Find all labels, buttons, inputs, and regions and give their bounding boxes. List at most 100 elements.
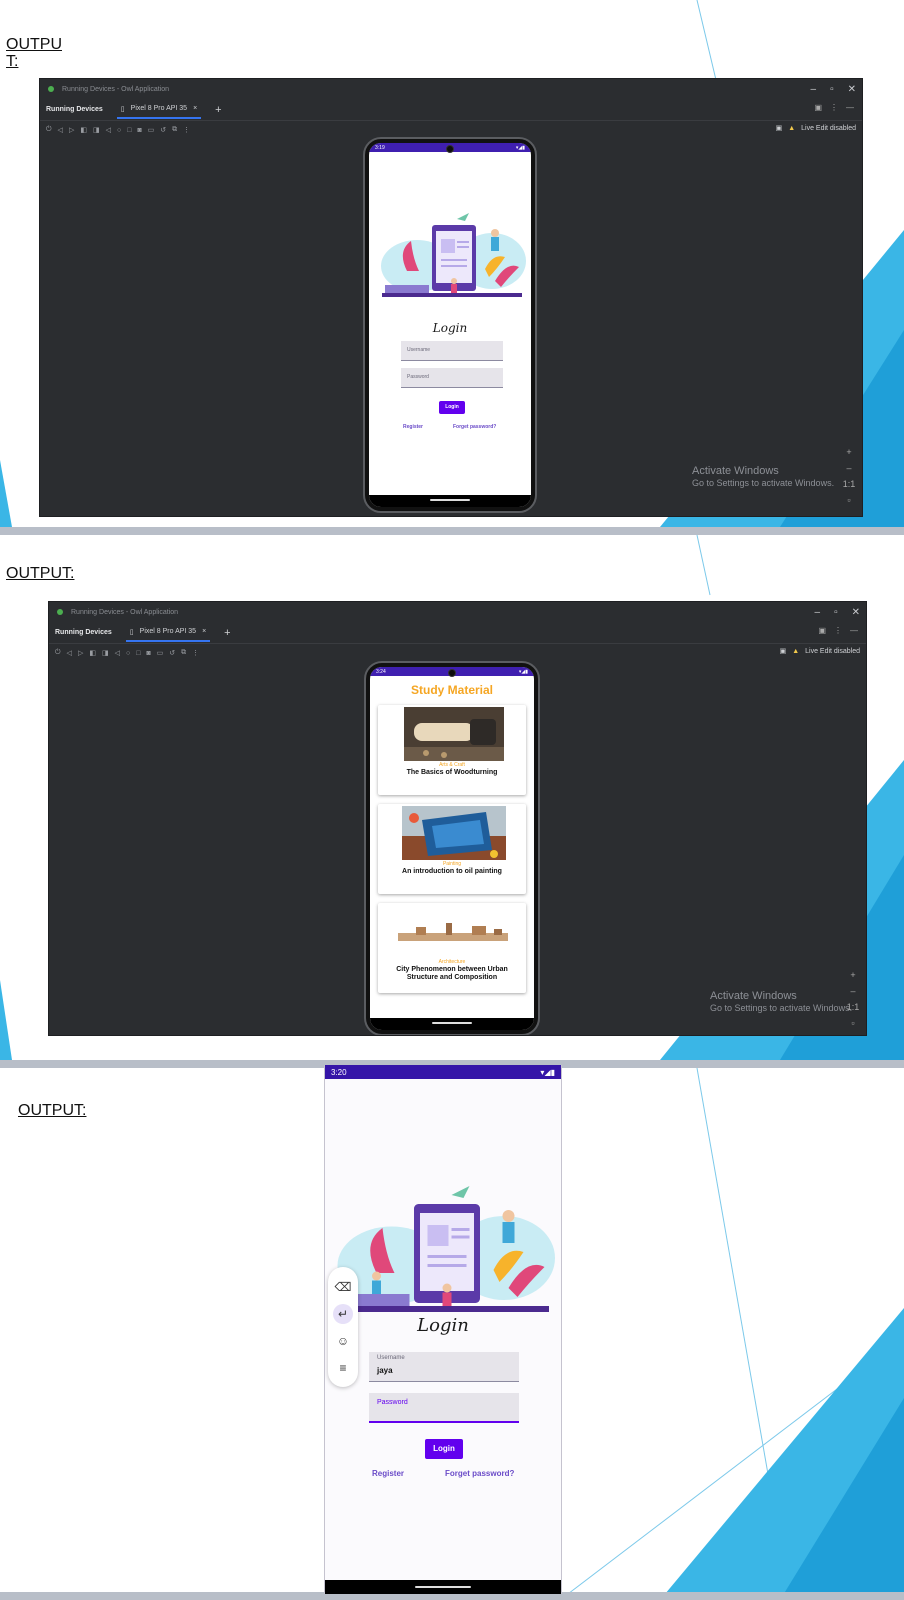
- slide-2: OUTPUT: Running Devices - Owl Applicatio…: [0, 535, 904, 1060]
- minimize-icon[interactable]: –: [811, 84, 817, 95]
- rotate-left-icon[interactable]: ◧: [80, 126, 87, 134]
- woodturning-image: [404, 707, 504, 761]
- rotate-left-icon[interactable]: ◧: [89, 649, 96, 657]
- hide-icon[interactable]: —: [846, 103, 854, 112]
- mirror-icon[interactable]: ⧉: [172, 126, 177, 134]
- menu-icon[interactable]: ≡: [333, 1358, 353, 1378]
- camera-cutout: [448, 669, 456, 677]
- volume-up-icon[interactable]: ▷: [78, 649, 83, 657]
- restore-icon[interactable]: ▫: [834, 607, 838, 618]
- home-indicator[interactable]: [415, 1586, 471, 1588]
- more-icon[interactable]: ⋮: [834, 626, 842, 635]
- tab-running-devices[interactable]: Running Devices: [55, 629, 112, 636]
- power-icon[interactable]: ⏻: [55, 649, 61, 657]
- layout-icon[interactable]: ▣: [814, 103, 822, 112]
- tab-device[interactable]: ▯ Pixel 8 Pro API 35 ×: [116, 101, 202, 119]
- toolbar-more-icon[interactable]: ⋮: [183, 126, 190, 134]
- password-placeholder: Password: [407, 374, 429, 380]
- course-card[interactable]: Painting An introduction to oil painting: [378, 804, 526, 894]
- device-icon: ▯: [129, 628, 134, 636]
- forget-password-link[interactable]: Forget password?: [453, 424, 496, 430]
- tab-device[interactable]: ▯ Pixel 8 Pro API 35 ×: [125, 624, 211, 642]
- rotate-right-icon[interactable]: ◨: [102, 649, 109, 657]
- toolbar-more-icon[interactable]: ⋮: [192, 649, 199, 657]
- zoom-controls: + – 1:1 ▫: [846, 970, 860, 1028]
- study-material-title: Study Material: [410, 683, 494, 697]
- home-icon[interactable]: ○: [126, 650, 130, 657]
- slide-separator: [0, 527, 904, 535]
- oil-painting-image: [402, 806, 506, 860]
- status-time: 3:20: [331, 1067, 347, 1077]
- close-icon[interactable]: ✕: [852, 607, 860, 618]
- add-tab-button[interactable]: +: [215, 104, 221, 116]
- zoom-in-icon[interactable]: +: [850, 970, 855, 980]
- minimize-icon[interactable]: –: [815, 607, 821, 618]
- home-indicator[interactable]: [432, 1022, 472, 1024]
- course-card[interactable]: Arts & Craft The Basics of Woodturning: [378, 705, 526, 795]
- ide-titlebar: Running Devices - Owl Application: [40, 79, 862, 99]
- record-icon[interactable]: ▭: [157, 649, 164, 657]
- tab-close-icon[interactable]: ×: [202, 628, 206, 635]
- record-icon[interactable]: ▭: [148, 126, 155, 134]
- nav-bar: [370, 1018, 534, 1030]
- card-category: Arts & Craft: [439, 762, 465, 768]
- zoom-fit-icon[interactable]: ▫: [847, 495, 850, 505]
- app-icon: [48, 86, 54, 92]
- layout-icon[interactable]: ▣: [818, 626, 826, 635]
- username-field[interactable]: Username: [401, 341, 503, 361]
- slide-heading: OUTPUT:: [6, 565, 75, 582]
- username-placeholder: Username: [407, 347, 431, 353]
- tab-bar: Running Devices ▯ Pixel 8 Pro API 35 × +: [49, 622, 866, 644]
- tab-close-icon[interactable]: ×: [193, 105, 197, 112]
- register-link[interactable]: Register: [372, 1469, 404, 1478]
- overview-icon[interactable]: □: [136, 650, 140, 657]
- card-title: City Phenomenon between Urban Structure …: [396, 966, 508, 981]
- back-icon[interactable]: ◁: [115, 649, 120, 657]
- overview-icon[interactable]: □: [127, 127, 131, 134]
- snapshot-icon[interactable]: ↺: [160, 126, 166, 134]
- zoom-in-icon[interactable]: +: [846, 447, 851, 457]
- zoom-ratio[interactable]: 1:1: [847, 1002, 860, 1012]
- status-icons: ▾◢▮: [515, 144, 525, 151]
- more-icon[interactable]: ⋮: [830, 103, 838, 112]
- home-indicator[interactable]: [430, 499, 470, 501]
- zoom-ratio[interactable]: 1:1: [843, 479, 856, 489]
- volume-up-icon[interactable]: ▷: [69, 126, 74, 134]
- tab-running-devices[interactable]: Running Devices: [46, 106, 103, 113]
- volume-down-icon[interactable]: ◁: [67, 649, 72, 657]
- login-button[interactable]: Login: [439, 401, 465, 414]
- username-field[interactable]: Username jaya: [369, 1352, 519, 1382]
- register-link[interactable]: Register: [403, 424, 423, 430]
- ide-window: Running Devices - Owl Application – ▫ ✕ …: [48, 601, 867, 1036]
- back-icon[interactable]: ◁: [106, 126, 111, 134]
- screenshot-icon[interactable]: ◙: [146, 650, 150, 657]
- forget-password-link[interactable]: Forget password?: [445, 1469, 514, 1478]
- add-tab-button[interactable]: +: [224, 627, 230, 639]
- home-icon[interactable]: ○: [117, 127, 121, 134]
- volume-down-icon[interactable]: ◁: [58, 126, 63, 134]
- card-title: The Basics of Woodturning: [406, 769, 498, 776]
- snapshot-icon[interactable]: ↺: [169, 649, 175, 657]
- hide-icon[interactable]: —: [850, 626, 858, 635]
- rotate-right-icon[interactable]: ◨: [93, 126, 100, 134]
- password-field[interactable]: Password: [369, 1393, 519, 1423]
- slide-1: OUTPU T: Running Devices - Owl Applicati…: [0, 0, 904, 527]
- password-field[interactable]: Password: [401, 368, 503, 388]
- restore-icon[interactable]: ▫: [830, 84, 834, 95]
- device-frame-icon[interactable]: ▣: [776, 124, 783, 132]
- status-bar: 3:20 ▾◢▮: [325, 1065, 561, 1079]
- device-frame-icon[interactable]: ▣: [780, 647, 787, 655]
- close-icon[interactable]: ✕: [848, 84, 856, 95]
- backspace-icon[interactable]: ⌫: [333, 1277, 353, 1297]
- login-illustration: [381, 213, 526, 297]
- power-icon[interactable]: ⏻: [46, 126, 52, 134]
- login-button[interactable]: Login: [425, 1439, 463, 1459]
- zoom-fit-icon[interactable]: ▫: [851, 1018, 854, 1028]
- course-card[interactable]: Architecture City Phenomenon between Urb…: [378, 903, 526, 993]
- mirror-icon[interactable]: ⧉: [181, 649, 186, 657]
- screenshot-icon[interactable]: ◙: [137, 127, 141, 134]
- window-title: Running Devices - Owl Application: [71, 608, 178, 616]
- phone-frame: 3:19 ▾◢▮ Login Username Password Login R…: [363, 137, 537, 513]
- login-illustration: [337, 1186, 555, 1312]
- live-edit-status: ▣ ▲ Live Edit disabled: [776, 124, 856, 133]
